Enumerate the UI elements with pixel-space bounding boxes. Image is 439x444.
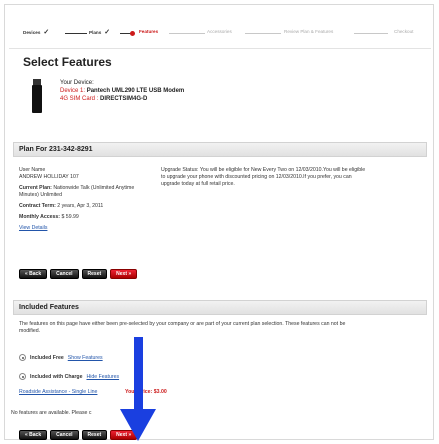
step-accessories: Accessories	[207, 29, 232, 34]
cancel-button[interactable]: Cancel	[50, 430, 79, 440]
plan-section-header: Plan For 231-342-8291	[13, 142, 427, 157]
step-separator	[169, 33, 205, 34]
usb-modem-image	[29, 79, 45, 113]
step-review: Review Plan & Features	[284, 29, 333, 34]
step-separator	[65, 33, 87, 34]
current-step-dot-icon	[130, 31, 135, 36]
monthly-access-label: Monthly Access:	[19, 214, 61, 220]
contract-term-value: 2 years, Apr 3, 2011	[57, 203, 104, 209]
cancel-button[interactable]: Cancel	[50, 269, 79, 279]
included-charge-label: Included with Charge	[30, 373, 83, 380]
included-free-radio[interactable]	[19, 354, 26, 361]
next-button[interactable]: Next »	[110, 269, 138, 279]
monthly-access-value: $ 59.99	[61, 214, 79, 220]
step-separator	[354, 33, 388, 34]
sim-value: DIRECTSIM4G-D	[100, 96, 148, 102]
included-description: The features on this page have either be…	[19, 321, 346, 334]
current-plan-label: Current Plan:	[19, 185, 52, 191]
hide-features-link[interactable]: Hide Features	[86, 374, 119, 380]
sim-label: 4G SIM Card :	[60, 96, 99, 102]
annotation-arrow-icon	[120, 337, 156, 441]
step-separator	[245, 33, 281, 34]
included-charge-radio[interactable]	[19, 373, 26, 380]
step-accessories-label: Accessories	[207, 29, 232, 34]
reset-button[interactable]: Reset	[81, 430, 108, 440]
step-features-label: Features	[139, 29, 159, 34]
your-device-label: Your Device:	[60, 80, 94, 86]
user-name-value: ANDREW HOLLIDAY 107	[19, 174, 79, 180]
included-free-row: Included Free Show Features	[19, 354, 103, 361]
step-plans-label: Plans	[89, 30, 102, 35]
step-review-label: Review Plan & Features	[284, 29, 334, 34]
included-section-header: Included Features	[13, 300, 427, 315]
user-name-label: User Name	[19, 167, 46, 173]
step-features: Features	[139, 29, 158, 34]
reset-button[interactable]: Reset	[81, 269, 108, 279]
device-info: Your Device: Device 1: Pantech UML290 LT…	[60, 79, 240, 103]
step-checkout-label: Checkout	[394, 29, 414, 34]
plan-button-row: « Back Cancel Reset Next »	[19, 269, 138, 279]
device-number-label: Device 1:	[60, 88, 86, 94]
check-icon: ✓	[43, 29, 50, 36]
step-plans[interactable]: Plans ✓	[89, 29, 110, 36]
no-features-message: No features are available. Please c	[11, 410, 92, 416]
upgrade-status: Upgrade Status: You will be eligible for…	[161, 167, 366, 187]
step-checkout: Checkout	[394, 29, 413, 34]
show-features-link[interactable]: Show Features	[68, 355, 103, 361]
page-frame: Devices ✓ Plans ✓ Features Accessories R…	[4, 4, 434, 440]
step-devices[interactable]: Devices ✓	[23, 29, 49, 36]
roadside-assistance-link[interactable]: Roadside Assistance - Single Line	[19, 389, 97, 395]
back-button[interactable]: « Back	[19, 430, 48, 440]
included-free-label: Included Free	[30, 354, 64, 361]
step-devices-label: Devices	[23, 30, 41, 35]
view-details-link[interactable]: View Details	[19, 225, 47, 231]
contract-term-label: Contract Term:	[19, 203, 56, 209]
checkout-progress: Devices ✓ Plans ✓ Features Accessories R…	[9, 9, 431, 49]
check-icon: ✓	[104, 29, 111, 36]
back-button[interactable]: « Back	[19, 269, 48, 279]
device-name: Pantech UML290 LTE USB Modem	[86, 88, 185, 94]
page-title: Select Features	[23, 55, 112, 69]
included-charge-row: Included with Charge Hide Features	[19, 373, 119, 380]
plan-details: User Name ANDREW HOLLIDAY 107 Current Pl…	[19, 167, 154, 236]
